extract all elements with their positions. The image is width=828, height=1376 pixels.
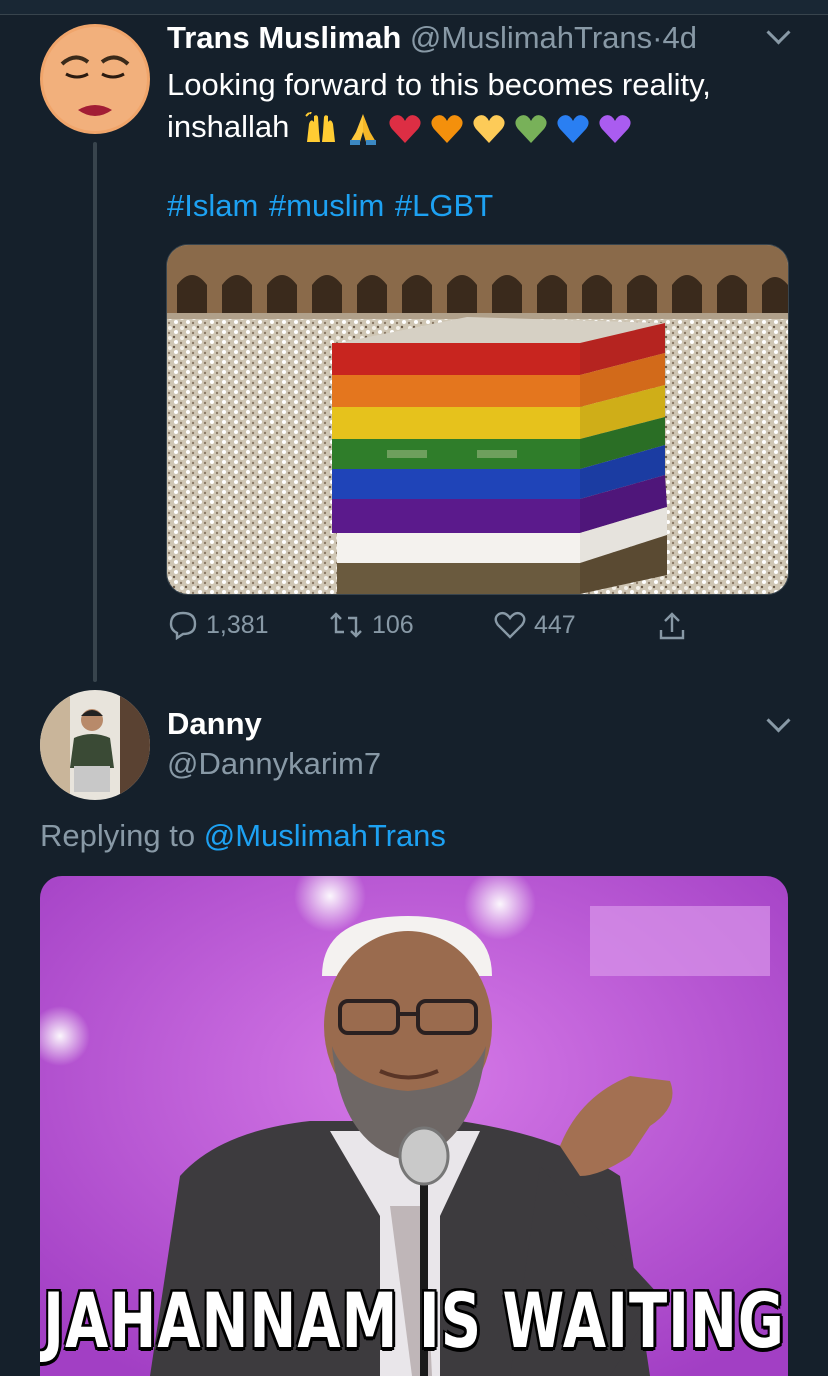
purple-heart-icon	[599, 114, 631, 143]
tweet-actions: 1,381 106 447	[0, 610, 828, 650]
share-button[interactable]	[657, 610, 687, 642]
replying-prefix: Replying to	[40, 818, 196, 853]
chevron-down-icon[interactable]	[766, 708, 791, 733]
reply-author-name[interactable]: Danny	[167, 706, 262, 742]
tweet-body: Looking forward to this becomes reality,…	[167, 64, 787, 148]
reply-count: 1,381	[206, 610, 269, 639]
emoji-row	[304, 111, 632, 146]
author-name[interactable]: Trans Muslimah	[167, 20, 401, 55]
reply-image-meme[interactable]: JAHANNAM IS WAITING	[40, 876, 788, 1376]
like-count: 447	[534, 610, 576, 639]
blue-heart-icon	[557, 114, 589, 143]
retweet-icon	[330, 612, 362, 638]
hashtags[interactable]: #Islam #muslim #LGBT	[167, 188, 493, 224]
tweet-image-kaaba[interactable]	[166, 244, 789, 595]
replying-to-mention[interactable]: @MuslimahTrans	[204, 818, 446, 853]
raising-hands-icon	[305, 111, 335, 142]
folded-hands-icon	[350, 113, 376, 145]
thread-connector-line	[93, 142, 97, 682]
tweet-time[interactable]: 4d	[662, 20, 696, 55]
like-button[interactable]: 447	[494, 610, 576, 640]
tweet-text-inshallah: inshallah	[167, 109, 290, 144]
meme-caption: JAHANNAM IS WAITING	[43, 1278, 785, 1366]
replying-to-line: Replying to @MuslimahTrans	[40, 818, 446, 854]
red-heart-icon	[389, 114, 421, 143]
top-divider	[0, 0, 828, 15]
avatar[interactable]	[40, 24, 150, 134]
heart-icon	[494, 611, 526, 639]
retweet-count: 106	[372, 610, 414, 639]
green-heart-icon	[515, 114, 547, 143]
tweet-header: Trans Muslimah @MuslimahTrans·4d	[167, 20, 697, 56]
yellow-heart-icon	[473, 114, 505, 143]
author-handle[interactable]: @MuslimahTrans	[410, 20, 652, 55]
retweet-button[interactable]: 106	[328, 610, 414, 640]
reply-icon	[169, 611, 197, 640]
chevron-down-icon[interactable]	[766, 20, 791, 45]
orange-heart-icon	[431, 114, 463, 143]
reply-button[interactable]: 1,381	[168, 610, 269, 640]
tweet-text-line-2: inshallah	[167, 106, 787, 148]
reply-author-handle[interactable]: @Dannykarim7	[167, 746, 381, 782]
share-icon	[659, 612, 685, 640]
time-separator: ·	[652, 20, 663, 55]
avatar[interactable]	[40, 690, 150, 800]
tweet-text-line-1: Looking forward to this becomes reality,	[167, 67, 711, 102]
